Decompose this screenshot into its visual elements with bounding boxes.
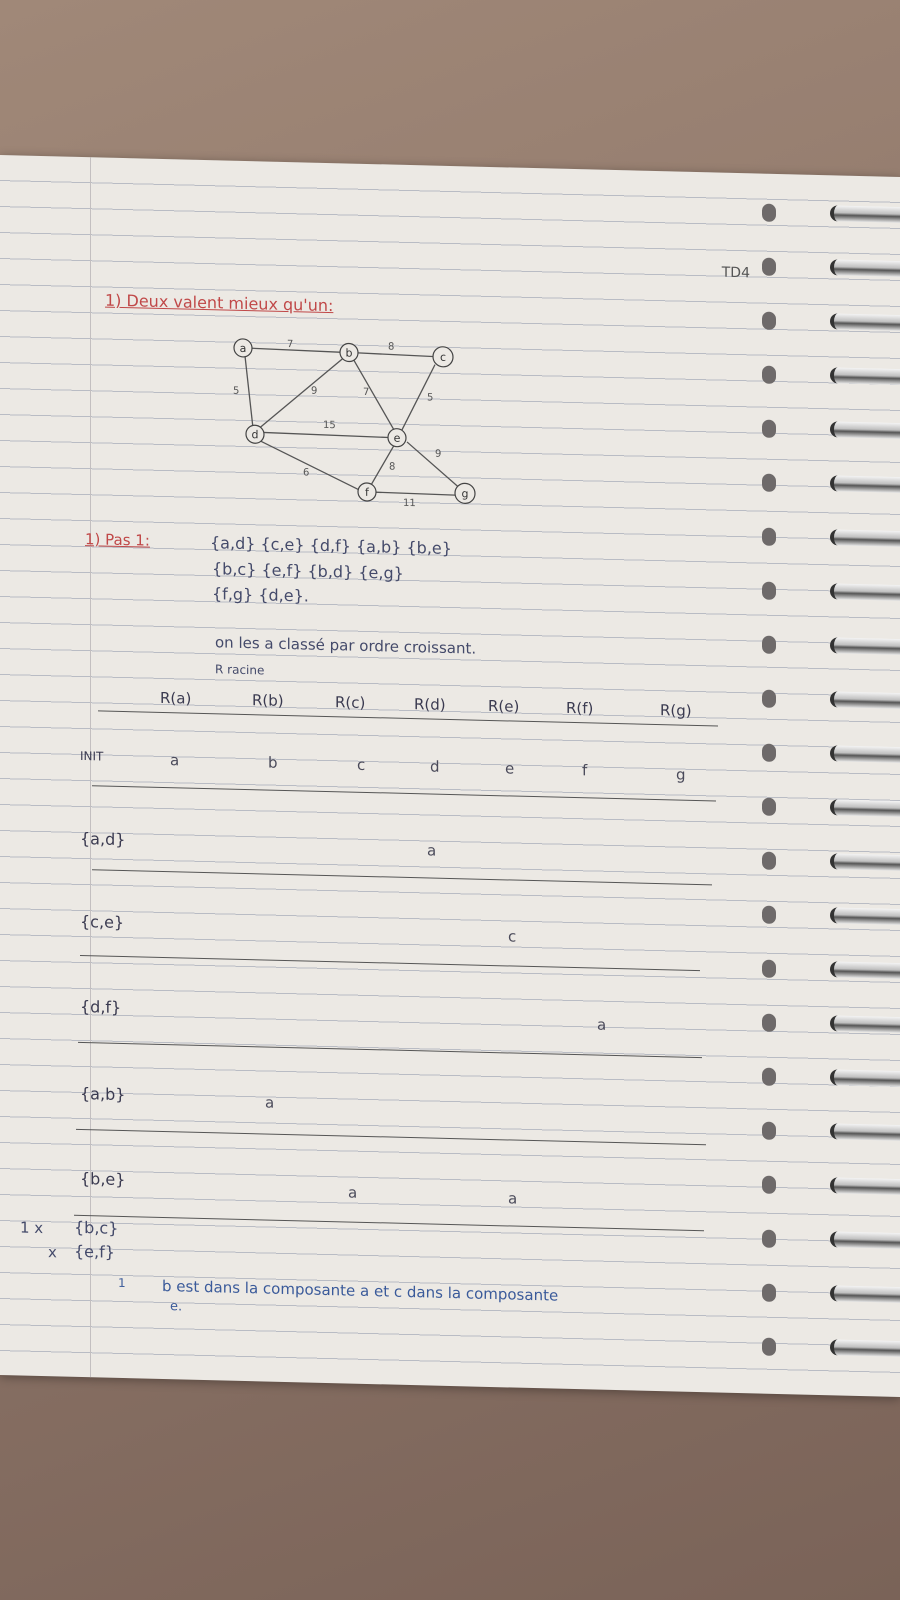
weighted-graph: 7 8 5 9 7 5 15 9 8 6 11 a b c d e f g [233, 338, 476, 509]
node-label-e: e [394, 432, 401, 445]
cell-init-c: c [357, 755, 366, 774]
node-label-g: g [462, 487, 469, 500]
edge-a-d [244, 355, 254, 429]
row-label-ab: {a,b} [80, 1083, 126, 1105]
col-header-ra: R(a) [160, 688, 192, 708]
weight-b-e: 7 [363, 387, 369, 398]
col-header-rg: R(g) [660, 701, 692, 720]
cell-ab-b: a [265, 1093, 275, 1112]
edge-f-g [374, 491, 456, 496]
rejected-edge-ef: {e,f} [74, 1241, 115, 1262]
pas1-line3: {f,g} {d,e}. [212, 584, 309, 606]
node-label-a: a [240, 342, 247, 355]
row-label-init: INIT [80, 748, 104, 764]
cell-init-a: a [170, 751, 180, 770]
row-label-be: {b,e} [80, 1168, 126, 1190]
cell-ad-d: a [427, 841, 437, 860]
cell-ce-e: c [508, 927, 517, 946]
weight-e-f: 8 [389, 462, 395, 473]
td-tag: TD4 [721, 264, 750, 282]
weight-f-g: 11 [403, 498, 416, 509]
notebook-page: TD4 1) Deux valent mieux qu'un: 7 8 5 9 … [0, 155, 900, 1397]
rejected-prefix-bc: 1 x [20, 1218, 44, 1238]
spiral-binding [830, 205, 900, 1395]
col-header-rc: R(c) [335, 693, 366, 712]
weight-e-g: 9 [435, 449, 441, 460]
cell-init-g: g [676, 765, 686, 784]
footnote-line2: e. [170, 1299, 183, 1315]
col-header-re: R(e) [488, 696, 520, 716]
col-header-rd: R(d) [414, 695, 446, 714]
weight-d-b: 9 [311, 386, 317, 397]
margin-line [90, 157, 91, 1378]
weight-b-c: 8 [388, 341, 394, 352]
node-label-c: c [440, 351, 446, 364]
col-header-rb: R(b) [252, 691, 284, 710]
weight-d-e: 15 [323, 420, 336, 431]
pas1-label: 1) Pas 1: [85, 530, 150, 550]
edge-d-e [262, 431, 390, 439]
edge-e-g [406, 441, 462, 490]
weight-d-f: 6 [303, 467, 309, 478]
cell-be-e: a [508, 1189, 518, 1208]
binding-holes [762, 203, 792, 1393]
cell-init-b: b [268, 753, 278, 772]
footnote-marker: 1 [118, 1275, 126, 1291]
node-label-d: d [252, 428, 259, 441]
cell-init-d: d [430, 757, 440, 776]
node-label-b: b [346, 346, 353, 359]
row-label-df: {d,f} [80, 996, 122, 1017]
cell-init-e: e [505, 759, 515, 778]
weight-c-e: 5 [427, 392, 433, 403]
row-label-ce: {c,e} [80, 911, 125, 933]
edge-d-f [258, 439, 362, 492]
edge-b-c [352, 351, 436, 358]
edge-a-b [246, 347, 346, 354]
weight-a-d: 5 [233, 386, 239, 397]
rejected-prefix-ef: x [48, 1243, 57, 1262]
cell-df-f: a [597, 1015, 607, 1034]
weight-a-b: 7 [287, 339, 293, 350]
cell-be-c: a [348, 1183, 358, 1202]
row-label-ad: {a,d} [80, 828, 126, 850]
col-header-rf: R(f) [566, 698, 594, 718]
racine-note: R racine [215, 662, 265, 678]
edge-b-e [352, 358, 396, 432]
rejected-edge-bc: {b,c} [74, 1217, 119, 1238]
cell-init-f: f [582, 761, 588, 780]
